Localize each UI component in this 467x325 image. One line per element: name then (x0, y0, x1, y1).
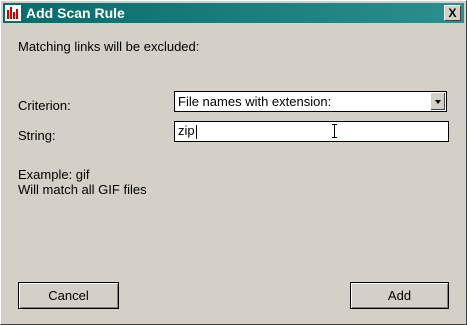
add-scan-rule-dialog: Add Scan Rule X Matching links will be e… (0, 0, 467, 325)
criterion-label: Criterion: (18, 98, 71, 113)
ibeam-cursor-icon (332, 124, 337, 138)
close-button[interactable]: X (444, 5, 461, 21)
string-input-value: zip (178, 123, 195, 138)
string-label: String: (18, 128, 56, 143)
text-caret (195, 124, 197, 139)
title-bar[interactable]: Add Scan Rule X (3, 3, 464, 23)
close-icon: X (448, 6, 457, 20)
example-line-1: Example: gif (18, 167, 90, 182)
example-line-2: Will match all GIF files (18, 182, 147, 197)
add-button[interactable]: Add (350, 282, 449, 309)
criterion-select[interactable]: File names with extension: (174, 91, 447, 112)
string-input[interactable]: zip (174, 121, 449, 142)
chevron-down-icon[interactable] (430, 93, 445, 110)
cancel-button[interactable]: Cancel (18, 282, 119, 309)
window-title: Add Scan Rule (26, 5, 125, 21)
intro-text: Matching links will be excluded: (18, 39, 200, 54)
criterion-select-value: File names with extension: (178, 94, 332, 109)
bar-chart-icon (5, 5, 21, 21)
